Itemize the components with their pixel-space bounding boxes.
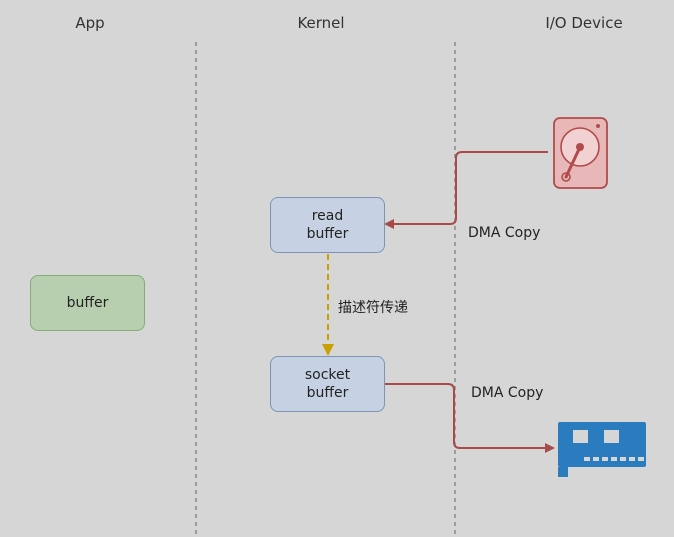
dma-read-label: DMA Copy <box>468 225 541 241</box>
read-buffer-line-2: buffer <box>306 226 349 242</box>
column-label-app: App <box>75 14 105 32</box>
column-label-device: I/O Device <box>545 14 623 32</box>
read-buffer-box: read buffer <box>270 197 385 253</box>
socket-buffer-box: socket buffer <box>270 356 385 412</box>
socket-buffer-line-1: socket <box>304 367 351 383</box>
diagram-lines <box>195 42 646 537</box>
diagram: App Kernel I/O Device read buffer socket… <box>0 0 674 537</box>
dma-write-label: DMA Copy <box>471 385 544 401</box>
app-buffer-label: buffer <box>66 295 109 311</box>
socket-buffer-line-2: buffer <box>306 385 349 401</box>
dma-read-arrow <box>384 151 548 229</box>
app-buffer-box: buffer <box>30 275 145 331</box>
descriptor-label: 描述符传递 <box>338 300 408 316</box>
column-label-kernel: Kernel <box>297 14 345 32</box>
network-card-icon <box>558 422 646 477</box>
read-buffer-line-1: read <box>311 208 344 224</box>
hard-disk-icon <box>553 117 608 189</box>
